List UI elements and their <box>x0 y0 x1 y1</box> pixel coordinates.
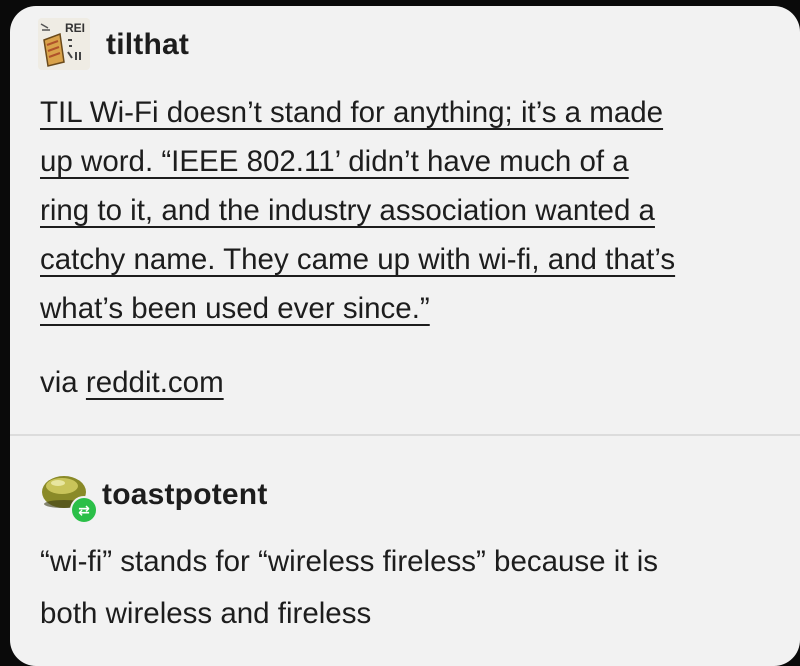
post-username[interactable]: toastpotent <box>102 478 268 512</box>
post-tilthat: REI tilthat TIL Wi-Fi doesn’t stand for … <box>10 6 800 434</box>
post-body-line: both wireless and fireless <box>40 597 372 630</box>
green-blob-avatar-icon[interactable]: ⇄ <box>38 468 98 524</box>
reblog-icon: ⇄ <box>70 496 98 524</box>
post-source: via reddit.com <box>40 366 224 400</box>
reddit-til-logo-icon[interactable]: REI <box>38 18 90 70</box>
post-body-line[interactable]: TIL Wi-Fi doesn’t stand for anything; it… <box>40 88 780 137</box>
post-toastpotent: ⇄ toastpotent “wi-fi” stands for “wirele… <box>10 436 800 666</box>
post-username[interactable]: tilthat <box>106 28 189 62</box>
avatar-logo-text: REI <box>65 21 85 35</box>
post-body-line[interactable]: catchy name. They came up with wi-fi, an… <box>40 235 780 284</box>
source-prefix: via <box>40 366 78 399</box>
post-body: “wi-fi” stands for “wireless fireless” b… <box>40 536 780 640</box>
post-body-line[interactable]: up word. “IEEE 802.11’ didn’t have much … <box>40 137 780 186</box>
post-body-line[interactable]: ring to it, and the industry association… <box>40 186 780 235</box>
post-body-line: “wi-fi” stands for “wireless fireless” b… <box>40 545 659 578</box>
post-body-line[interactable]: what’s been used ever since.” <box>40 284 780 333</box>
source-link[interactable]: reddit.com <box>86 366 224 399</box>
post-body: TIL Wi-Fi doesn’t stand for anything; it… <box>40 88 780 333</box>
post-card: REI tilthat TIL Wi-Fi doesn’t stand for … <box>10 6 800 666</box>
